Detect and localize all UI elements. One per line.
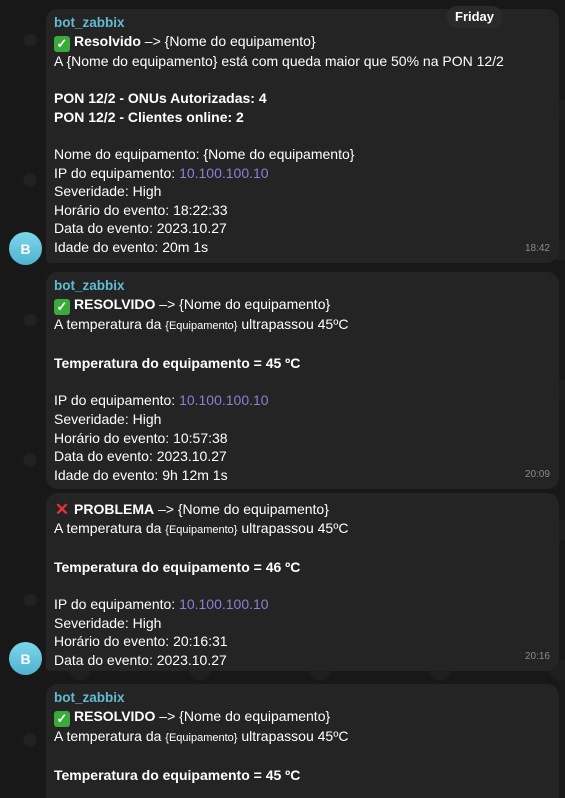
event-date-line: Data do evento: 2023.10.27	[54, 220, 227, 237]
temperature-line: Temperatura do equipamento = 46 ºC	[54, 558, 301, 575]
avatar-letter: B	[20, 240, 31, 257]
avatar[interactable]: B	[9, 642, 42, 675]
day-chip: Friday	[446, 6, 504, 28]
message-time: 20:09	[524, 469, 550, 481]
event-time-line: Horário do evento: 18:22:33	[54, 201, 228, 218]
message-bubble-4[interactable]: bot_zabbix ✓ RESOLVIDO –> {Nome do equipa…	[46, 684, 559, 798]
ip-label: IP do equipamento:	[54, 392, 180, 409]
event-time-line: Horário do evento: 10:57:38	[54, 429, 228, 446]
description: A {Nome do equipamento} está com queda m…	[54, 53, 504, 69]
ip-link[interactable]: 10.100.100.10	[179, 596, 269, 612]
message-bubble-1[interactable]: bot_zabbix ✓ Resolvido –> {Nome do equipa…	[46, 9, 559, 263]
description-prefix: A temperatura da	[54, 519, 166, 536]
title-text: –> {Nome do equipamento}	[154, 501, 329, 517]
event-age-line: Idade do evento: 20m 1s	[54, 238, 209, 255]
event-date-line: Data do evento: 2023.10.27	[54, 651, 227, 668]
ip-link[interactable]: 10.100.100.10	[179, 392, 269, 408]
description-suffix: ultrapassou 45ºC	[237, 316, 349, 332]
status-label: PROBLEMA	[74, 501, 155, 517]
severity-line: Severidade: High	[54, 183, 162, 200]
clients-line: PON 12/2 - Clientes online: 2	[54, 108, 244, 125]
equipment-name-line: Nome do equipamento: {Nome do equipament…	[54, 145, 355, 162]
status-label: RESOLVIDO	[74, 708, 156, 724]
sender-name[interactable]: bot_zabbix	[54, 689, 551, 707]
equipment-placeholder: {Equipamento}	[165, 732, 238, 744]
temperature-line: Temperatura do equipamento = 45 ºC	[54, 355, 301, 372]
avatar[interactable]: B	[9, 232, 42, 265]
status-label: Resolvido	[74, 33, 141, 49]
onus-line: PON 12/2 - ONUs Autorizadas: 4	[54, 90, 267, 107]
message-time: 18:42	[524, 243, 550, 255]
severity-line: Severidade: High	[54, 410, 162, 427]
equipment-placeholder: {Equipamento}	[165, 523, 238, 536]
message-bubble-3[interactable]: ✕ PROBLEMA –> {Nome do equipamento} A tem…	[46, 493, 559, 671]
description-prefix: A temperatura da	[54, 728, 166, 744]
event-date-line: Data do evento: 2023.10.27	[54, 448, 227, 465]
ip-label: IP do equipamento:	[54, 595, 180, 612]
sender-name[interactable]: bot_zabbix	[54, 277, 551, 295]
description-prefix: A temperatura da	[54, 316, 166, 332]
event-time-line: Horário do evento: 20:16:31	[54, 633, 228, 650]
avatar-letter: B	[20, 650, 31, 667]
ip-link[interactable]: 10.100.100.10	[179, 165, 269, 181]
equipment-placeholder: {Equipamento}	[165, 320, 238, 332]
check-mark-icon: ✓	[54, 36, 70, 52]
message-time: 20:16	[524, 651, 550, 663]
cross-mark-icon: ✕	[54, 500, 70, 519]
message-bubble-2[interactable]: bot_zabbix ✓ RESOLVIDO –> {Nome do equipa…	[46, 272, 559, 489]
event-age-line: Idade do evento: 9h 12m 1s	[54, 466, 228, 483]
temperature-line: Temperatura do equipamento = 45 ºC	[54, 767, 301, 784]
severity-line: Severidade: High	[54, 614, 162, 631]
title-text: –> {Nome do equipamento}	[155, 296, 331, 312]
status-label: RESOLVIDO	[74, 296, 156, 312]
check-mark-icon: ✓	[54, 711, 70, 727]
check-mark-icon: ✓	[54, 299, 70, 315]
description-suffix: ultrapassou 45ºC	[237, 728, 349, 744]
description-suffix: ultrapassou 45ºC	[237, 519, 349, 536]
title-text: –> {Nome do equipamento}	[155, 708, 331, 724]
ip-label: IP do equipamento:	[54, 164, 180, 181]
title-text: –> {Nome do equipamento}	[140, 33, 316, 49]
